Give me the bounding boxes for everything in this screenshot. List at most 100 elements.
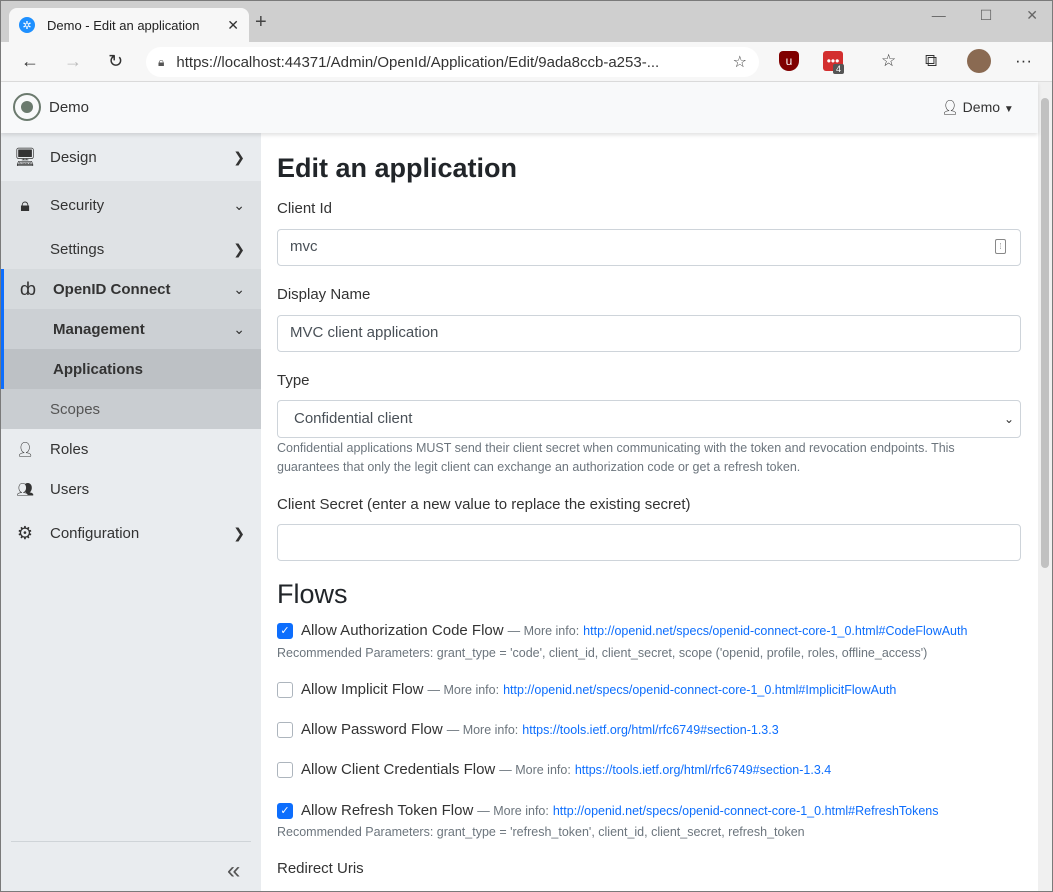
chevron-right-icon: ❯ bbox=[233, 240, 245, 257]
flow-refresh-token: ✓ Allow Refresh Token Flow — More info: … bbox=[277, 802, 939, 819]
client-id-field[interactable]: mvc ⁞ bbox=[277, 229, 1021, 266]
extension-badge: 4 bbox=[833, 64, 845, 74]
sidebar-item-users[interactable]: 👥︎ Users bbox=[1, 469, 261, 509]
flow-label: Allow Authorization Code Flow bbox=[301, 622, 504, 639]
type-label: Type bbox=[277, 372, 310, 389]
type-value: Confidential client bbox=[294, 410, 413, 427]
type-help-text: Confidential applications MUST send thei… bbox=[277, 441, 955, 474]
flow-label: Allow Refresh Token Flow bbox=[301, 802, 474, 819]
new-tab-icon[interactable]: + bbox=[255, 11, 267, 34]
refresh-token-checkbox[interactable]: ✓ bbox=[277, 802, 293, 819]
brand-name[interactable]: Demo bbox=[49, 99, 89, 116]
forward-icon[interactable]: → bbox=[64, 51, 82, 72]
sidebar-item-label: Configuration bbox=[50, 524, 140, 542]
tab-title: Demo - Edit an application bbox=[47, 17, 200, 33]
close-window-icon[interactable]: ✕ bbox=[1026, 7, 1038, 24]
refresh-icon[interactable]: ↻ bbox=[108, 51, 123, 72]
redirect-uris-label: Redirect Uris bbox=[277, 860, 364, 877]
authorization-code-checkbox[interactable]: ✓ bbox=[277, 622, 293, 639]
flow-link[interactable]: http://openid.net/specs/openid-connect-c… bbox=[553, 804, 939, 818]
chevron-down-icon: ⌄ bbox=[1003, 412, 1014, 426]
profile-avatar[interactable] bbox=[967, 49, 991, 73]
browser-tab[interactable]: ✲ Demo - Edit an application ✕ bbox=[9, 8, 249, 42]
page-title: Edit an application bbox=[277, 153, 518, 183]
sidebar: 🖥︎ Design ❯ 🔒︎ Security ⌄ Settings ❯ ȸ O… bbox=[1, 133, 261, 891]
flows-heading: Flows bbox=[277, 579, 348, 609]
display-name-field[interactable]: MVC client application bbox=[277, 315, 1021, 352]
flow-info: — More info: bbox=[427, 682, 500, 697]
browser-toolbar: ← → ↻ 🔒︎ https://localhost:44371/Admin/O… bbox=[1, 42, 1052, 82]
minimize-icon[interactable]: — bbox=[932, 7, 946, 24]
brand-logo-icon[interactable] bbox=[13, 93, 41, 121]
app-favicon-icon: ✲ bbox=[19, 17, 35, 33]
sidebar-item-design[interactable]: 🖥︎ Design ❯ bbox=[1, 133, 261, 181]
page-scrollbar[interactable] bbox=[1038, 82, 1052, 891]
address-bar[interactable]: 🔒︎ https://localhost:44371/Admin/OpenId/… bbox=[146, 47, 759, 77]
favorite-star-icon[interactable]: ☆ bbox=[733, 52, 747, 72]
flow-info: — More info: bbox=[446, 722, 519, 737]
collections-icon[interactable]: ⧉ bbox=[925, 51, 937, 71]
sidebar-item-label: Settings bbox=[50, 240, 105, 258]
browser-window: ✲ Demo - Edit an application ✕ + — ☐ ✕ ←… bbox=[0, 0, 1053, 892]
sidebar-item-scopes[interactable]: Scopes bbox=[1, 389, 261, 429]
flow-link[interactable]: https://tools.ietf.org/html/rfc6749#sect… bbox=[575, 763, 831, 777]
sidebar-item-settings[interactable]: Settings ❯ bbox=[1, 229, 261, 269]
favorites-icon[interactable]: ☆ bbox=[881, 51, 896, 71]
close-tab-icon[interactable]: ✕ bbox=[227, 17, 239, 34]
sidebar-item-label: Applications bbox=[53, 360, 144, 378]
flow-label: Allow Client Credentials Flow bbox=[301, 761, 496, 778]
sidebar-item-label: OpenID Connect bbox=[53, 280, 171, 298]
sidebar-item-label: Management bbox=[53, 320, 145, 338]
flow-info: — More info: bbox=[499, 762, 571, 777]
client-secret-field[interactable] bbox=[277, 524, 1021, 561]
user-menu[interactable]: 👤︎ Demo ▼ bbox=[941, 99, 1014, 116]
sidebar-item-applications[interactable]: Applications bbox=[1, 349, 261, 389]
flow-params: Recommended Parameters: grant_type = 'co… bbox=[277, 646, 928, 660]
monitor-icon: 🖥︎ bbox=[13, 146, 37, 167]
user-icon: 👤︎ bbox=[941, 99, 959, 115]
chevron-down-icon: ⌄ bbox=[233, 280, 245, 297]
chevron-right-icon: ❯ bbox=[233, 148, 245, 165]
flow-implicit: Allow Implicit Flow — More info: http://… bbox=[277, 681, 896, 698]
caret-down-icon: ▼ bbox=[1003, 104, 1014, 115]
autofill-icon[interactable]: ⁞ bbox=[995, 239, 1006, 254]
flow-label: Allow Implicit Flow bbox=[301, 681, 424, 698]
display-name-value: MVC client application bbox=[290, 324, 439, 341]
user-tag-icon: 👤︎ bbox=[16, 440, 34, 457]
maximize-icon[interactable]: ☐ bbox=[980, 7, 993, 24]
display-name-label: Display Name bbox=[277, 286, 371, 303]
sidebar-item-roles[interactable]: 👤︎ Roles bbox=[1, 429, 261, 469]
flow-link[interactable]: https://tools.ietf.org/html/rfc6749#sect… bbox=[522, 723, 778, 737]
flow-link[interactable]: http://openid.net/specs/openid-connect-c… bbox=[583, 624, 967, 638]
sidebar-item-label: Security bbox=[50, 196, 105, 214]
chevron-right-icon: ❯ bbox=[233, 524, 245, 541]
ublock-extension-icon[interactable]: u bbox=[779, 51, 799, 71]
openid-icon: ȸ bbox=[20, 278, 36, 299]
password-checkbox[interactable] bbox=[277, 721, 293, 738]
client-id-value: mvc bbox=[290, 238, 318, 255]
lock-icon: 🔒︎ bbox=[20, 194, 30, 215]
implicit-checkbox[interactable] bbox=[277, 681, 293, 698]
sidebar-item-management[interactable]: Management ⌄ bbox=[1, 309, 261, 349]
back-icon[interactable]: ← bbox=[21, 51, 39, 72]
user-name: Demo bbox=[962, 99, 1001, 115]
address-url: https://localhost:44371/Admin/OpenId/App… bbox=[176, 53, 660, 71]
more-menu-icon[interactable]: ··· bbox=[1015, 51, 1032, 71]
users-icon: 👥︎ bbox=[16, 480, 34, 497]
collapse-sidebar-icon[interactable]: « bbox=[227, 857, 240, 885]
sidebar-item-security[interactable]: 🔒︎ Security ⌄ bbox=[1, 181, 261, 229]
client-credentials-checkbox[interactable] bbox=[277, 761, 293, 778]
scrollbar-thumb[interactable] bbox=[1041, 98, 1049, 568]
sidebar-item-openid-connect[interactable]: ȸ OpenID Connect ⌄ bbox=[1, 269, 261, 309]
flow-authorization-code: ✓ Allow Authorization Code Flow — More i… bbox=[277, 622, 967, 639]
sidebar-item-configuration[interactable]: ⚙︎ Configuration ❯ bbox=[1, 509, 261, 557]
flow-label: Allow Password Flow bbox=[301, 721, 443, 738]
client-secret-label: Client Secret (enter a new value to repl… bbox=[277, 496, 691, 513]
flow-password: Allow Password Flow — More info: https:/… bbox=[277, 721, 779, 738]
chevron-down-icon: ⌄ bbox=[233, 196, 245, 213]
flow-link[interactable]: http://openid.net/specs/openid-connect-c… bbox=[503, 683, 896, 697]
gear-icon: ⚙︎ bbox=[16, 522, 34, 543]
main-content: Edit an application Client Id mvc ⁞ Disp… bbox=[261, 133, 1038, 891]
flow-info: — More info: bbox=[477, 803, 549, 818]
type-select[interactable]: Confidential client ⌄ bbox=[277, 400, 1021, 438]
